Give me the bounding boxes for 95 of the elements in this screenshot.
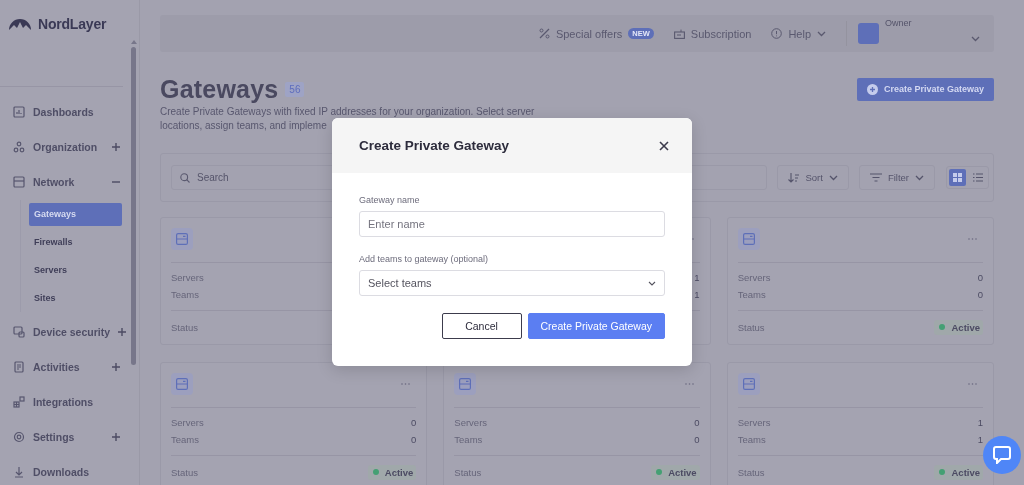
plus-icon[interactable] bbox=[118, 327, 127, 336]
stat-label: Teams bbox=[737, 434, 766, 445]
stat-value: 0 bbox=[411, 434, 417, 445]
nav-subitem[interactable]: Servers bbox=[29, 258, 122, 282]
nav-item[interactable]: Settings bbox=[0, 419, 128, 454]
stat-value: 1 bbox=[694, 272, 700, 283]
nav-item[interactable]: Activities bbox=[0, 349, 128, 384]
stat-label: Teams bbox=[737, 289, 766, 300]
description-text: Create Private Gateways with fixed IP addresses for your organization. Select server bbox=[160, 105, 536, 119]
server-icon bbox=[454, 373, 477, 395]
description-text: locations, assign teams, and impleme bbox=[160, 119, 328, 133]
stat-label: Servers bbox=[171, 417, 204, 428]
sort-icon bbox=[788, 172, 800, 183]
gear-icon bbox=[13, 430, 25, 443]
gateway-card[interactable]: Servers 0 Teams 0 Status Active bbox=[160, 362, 428, 485]
grid-icon bbox=[953, 173, 962, 182]
scrollbar-thumb[interactable] bbox=[131, 47, 136, 365]
card-icon bbox=[673, 28, 685, 39]
status-badge: Active bbox=[367, 464, 417, 480]
download-icon bbox=[13, 465, 25, 478]
stat-label: Servers bbox=[454, 417, 488, 428]
status-badge: Active bbox=[934, 319, 983, 335]
brand-name: NordLayer bbox=[38, 16, 107, 32]
server-icon bbox=[171, 228, 193, 250]
server-icon bbox=[171, 373, 193, 395]
mountain-logo-icon bbox=[8, 18, 32, 30]
server-icon bbox=[737, 228, 760, 250]
count-badge: 56 bbox=[285, 81, 305, 97]
blocks-icon bbox=[13, 395, 25, 408]
nav-item[interactable]: Organization bbox=[0, 129, 128, 164]
search-icon bbox=[180, 173, 190, 183]
filter-button[interactable]: Filter bbox=[858, 165, 935, 190]
chevron-down-icon bbox=[915, 174, 924, 181]
status-label: Status bbox=[171, 321, 198, 333]
stat-label: Teams bbox=[171, 289, 199, 300]
special-offers-link[interactable]: Special offers bbox=[555, 27, 623, 40]
page-title: Gateways bbox=[160, 74, 279, 104]
plus-icon[interactable] bbox=[112, 432, 120, 441]
subscription-link[interactable]: Subscription bbox=[690, 27, 752, 40]
name-input-field[interactable]: Enter name bbox=[359, 211, 665, 237]
stat-value: 1 bbox=[694, 289, 700, 300]
plus-icon[interactable] bbox=[112, 142, 120, 151]
info-icon bbox=[771, 28, 783, 39]
people-icon bbox=[13, 140, 25, 153]
field-label: Gateway name bbox=[359, 195, 421, 205]
create-button[interactable]: Create Private Gateway bbox=[527, 313, 665, 339]
nav-item[interactable]: Network bbox=[0, 164, 128, 199]
chat-bubble-icon bbox=[993, 446, 1011, 464]
cancel-button[interactable]: Cancel bbox=[441, 313, 522, 339]
nav-item[interactable]: Dashboards bbox=[0, 94, 128, 129]
close-icon[interactable] bbox=[659, 140, 669, 151]
stat-value: 0 bbox=[694, 434, 700, 445]
document-icon bbox=[13, 360, 25, 373]
nav-subitem[interactable]: Sites bbox=[29, 286, 122, 310]
plus-circle-icon bbox=[866, 83, 878, 95]
scroll-up-icon[interactable] bbox=[130, 40, 137, 44]
stat-value: 0 bbox=[977, 289, 983, 300]
chevron-down-icon bbox=[817, 30, 826, 37]
chart-icon bbox=[13, 105, 25, 118]
create-gateway-button[interactable]: Create Private Gateway bbox=[856, 77, 994, 101]
nav-subitem[interactable]: Gateways bbox=[29, 202, 122, 226]
nav-item[interactable]: Device security bbox=[0, 314, 128, 349]
help-menu[interactable]: Help bbox=[788, 27, 811, 40]
stat-value: 0 bbox=[411, 417, 417, 428]
chevron-down-icon bbox=[971, 36, 980, 42]
filter-icon bbox=[869, 173, 882, 182]
chat-button[interactable] bbox=[983, 436, 1021, 474]
grid-view-button[interactable] bbox=[949, 169, 966, 186]
percent-icon bbox=[538, 28, 550, 39]
stat-label: Teams bbox=[454, 434, 483, 445]
server-icon bbox=[13, 175, 25, 188]
sort-button[interactable]: Sort bbox=[777, 165, 849, 190]
stat-value: 1 bbox=[977, 434, 983, 445]
stat-value: 0 bbox=[694, 417, 700, 428]
status-badge: Active bbox=[934, 464, 983, 480]
gateway-card[interactable]: Servers 0 Teams 0 Status Active bbox=[443, 362, 711, 485]
stat-label: Servers bbox=[171, 272, 204, 283]
modal-title: Create Private Gateway bbox=[359, 138, 510, 153]
nav-item[interactable]: Integrations bbox=[0, 384, 128, 419]
plus-icon[interactable] bbox=[112, 362, 120, 371]
stat-label: Teams bbox=[171, 434, 199, 445]
stat-value: 1 bbox=[977, 417, 983, 428]
chevron-down-icon bbox=[648, 280, 656, 286]
team-select[interactable]: Select teams bbox=[359, 270, 665, 296]
status-badge: Active bbox=[651, 464, 700, 480]
status-label: Status bbox=[454, 466, 482, 478]
list-icon bbox=[972, 173, 983, 182]
nav-item[interactable]: Downloads bbox=[0, 454, 128, 485]
user-role: Owner bbox=[885, 18, 913, 28]
server-icon bbox=[737, 373, 760, 395]
status-label: Status bbox=[171, 466, 198, 478]
chevron-down-icon bbox=[828, 174, 838, 181]
devices-icon bbox=[13, 325, 25, 338]
stat-value: 0 bbox=[977, 272, 983, 283]
nav-subitem[interactable]: Firewalls bbox=[29, 230, 122, 254]
